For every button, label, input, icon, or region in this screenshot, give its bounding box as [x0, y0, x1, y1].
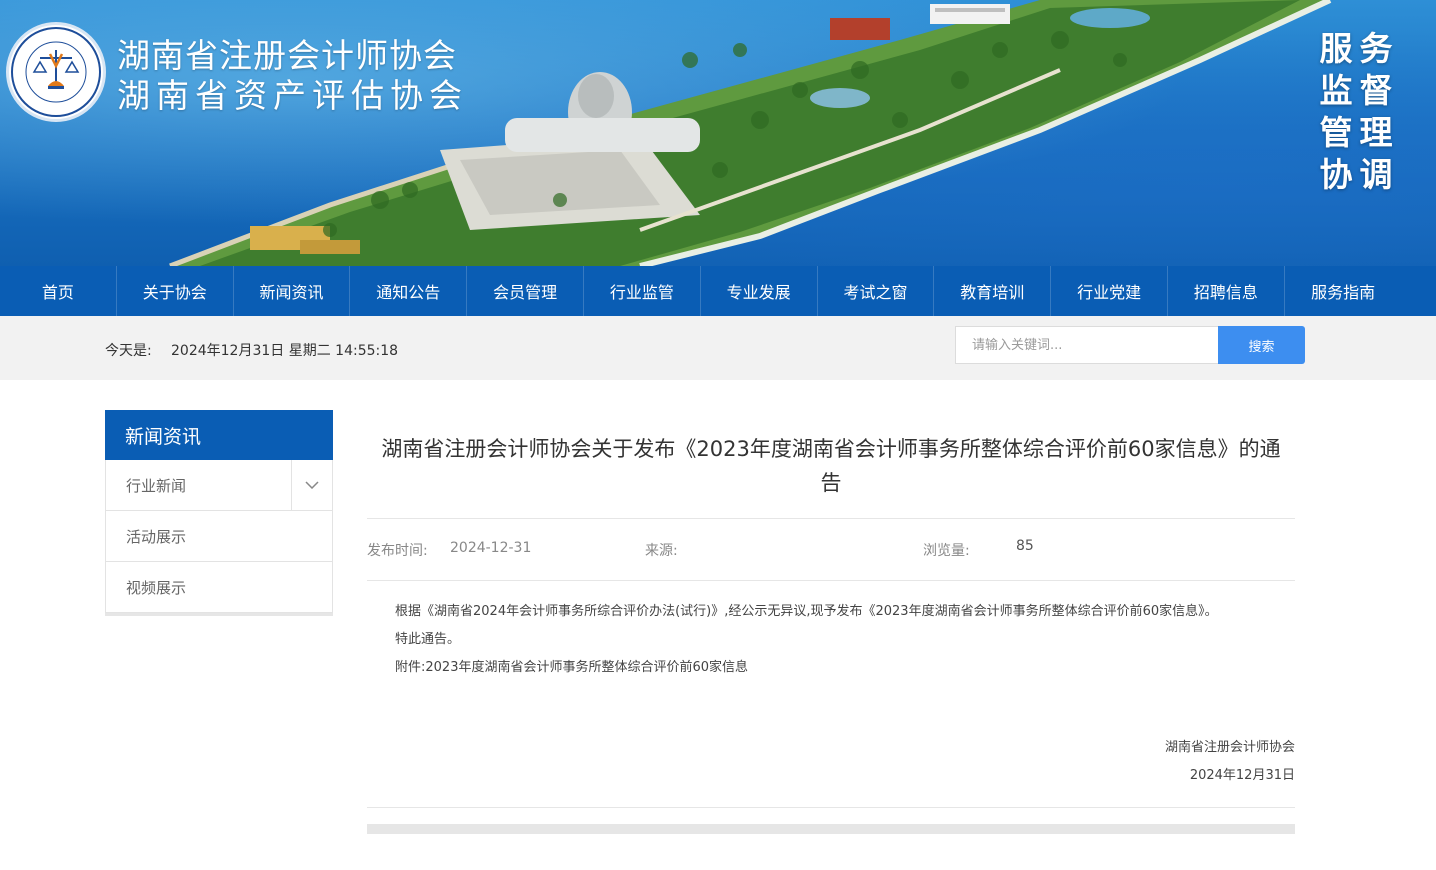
article: 湖南省注册会计师协会关于发布《2023年度湖南省会计师事务所整体综合评价前60家… [367, 410, 1295, 834]
source-label: 来源: [645, 543, 678, 559]
nav-item-members[interactable]: 会员管理 [467, 266, 584, 316]
article-signature: 湖南省注册会计师协会 2024年12月31日 [367, 734, 1295, 790]
info-bar: 今天是: 2024年12月31日 星期二 14:55:18 搜索 [0, 316, 1436, 380]
sidebar-item-label: 视频展示 [126, 578, 187, 597]
nav-item-home[interactable]: 首页 [0, 266, 117, 316]
sidebar-title: 新闻资讯 [105, 410, 333, 460]
sidebar-item-events[interactable]: 活动展示 [105, 511, 333, 562]
motto-char: 调 [1359, 155, 1393, 194]
nav-item-guide[interactable]: 服务指南 [1285, 266, 1402, 316]
article-divider [367, 807, 1295, 808]
article-paragraph: 特此通告。 [395, 632, 461, 647]
motto-char: 监 [1319, 71, 1353, 110]
sidebar-divider [105, 613, 333, 616]
nav-item-training[interactable]: 教育培训 [934, 266, 1052, 316]
sidebar-item-videos[interactable]: 视频展示 [105, 562, 333, 613]
sidebar-item-label: 活动展示 [126, 527, 187, 546]
article-footer-bar [367, 824, 1295, 834]
motto-char: 督 [1359, 71, 1393, 110]
article-title: 湖南省注册会计师协会关于发布《2023年度湖南省会计师事务所整体综合评价前60家… [381, 437, 1281, 495]
nav-item-development[interactable]: 专业发展 [701, 266, 818, 316]
association-logo[interactable] [6, 22, 106, 122]
motto-char: 管 [1319, 113, 1353, 152]
sidebar: 新闻资讯 行业新闻 活动展示 视频展示 [105, 410, 333, 616]
current-datetime: 2024年12月31日 星期二 14:55:18 [171, 343, 399, 359]
views-count: 85 [1016, 538, 1034, 554]
signature-org: 湖南省注册会计师协会 [1164, 740, 1295, 755]
motto-char: 协 [1319, 155, 1353, 194]
publish-label: 发布时间: [367, 543, 428, 559]
views-label: 浏览量: [923, 543, 970, 559]
nav-item-supervision[interactable]: 行业监管 [584, 266, 701, 316]
org-title: 湖南省注册会计师协会 湖南省资产评估协会 [117, 36, 468, 116]
nav-item-party[interactable]: 行业党建 [1051, 266, 1168, 316]
motto-char: 务 [1359, 29, 1393, 68]
article-body: 根据《湖南省2024年会计师事务所综合评价办法(试行)》,经公示无异议,现予发布… [367, 598, 1295, 682]
search-input[interactable] [955, 326, 1219, 364]
nav-item-notices[interactable]: 通知公告 [350, 266, 468, 316]
attachment-link[interactable]: 附件:2023年度湖南省会计师事务所整体综合评价前60家信息 [367, 654, 1295, 682]
main-nav: 首页 关于协会 新闻资讯 通知公告 会员管理 行业监管 专业发展 考试之窗 教育… [0, 266, 1436, 316]
date-label: 今天是: [105, 343, 152, 359]
motto-char: 理 [1359, 113, 1393, 152]
nav-item-exams[interactable]: 考试之窗 [818, 266, 935, 316]
motto: 服 务 监 督 管 理 协 调 [1316, 22, 1398, 194]
org-name-cpa: 湖南省注册会计师协会 [117, 36, 457, 75]
article-meta: 发布时间: 2024-12-31 来源: 浏览量: 85 [367, 518, 1295, 581]
motto-char: 服 [1319, 29, 1353, 68]
chevron-down-icon[interactable] [291, 460, 332, 510]
sidebar-item-industry-news[interactable]: 行业新闻 [105, 460, 333, 511]
article-paragraph: 根据《湖南省2024年会计师事务所综合评价办法(试行)》,经公示无异议,现予发布… [395, 604, 1218, 619]
publish-date: 2024-12-31 [450, 540, 532, 556]
signature-date: 2024年12月31日 [1189, 768, 1295, 783]
org-name-appraisal: 湖南省资产评估协会 [117, 76, 468, 115]
sidebar-item-label: 行业新闻 [126, 476, 187, 495]
nav-item-news[interactable]: 新闻资讯 [234, 266, 351, 316]
scales-logo-icon [11, 27, 101, 117]
header-banner: 湖南省注册会计师协会 湖南省资产评估协会 服 务 监 督 管 理 协 调 [0, 0, 1436, 266]
nav-item-jobs[interactable]: 招聘信息 [1168, 266, 1285, 316]
search-button[interactable]: 搜索 [1218, 326, 1305, 364]
nav-item-about[interactable]: 关于协会 [117, 266, 234, 316]
